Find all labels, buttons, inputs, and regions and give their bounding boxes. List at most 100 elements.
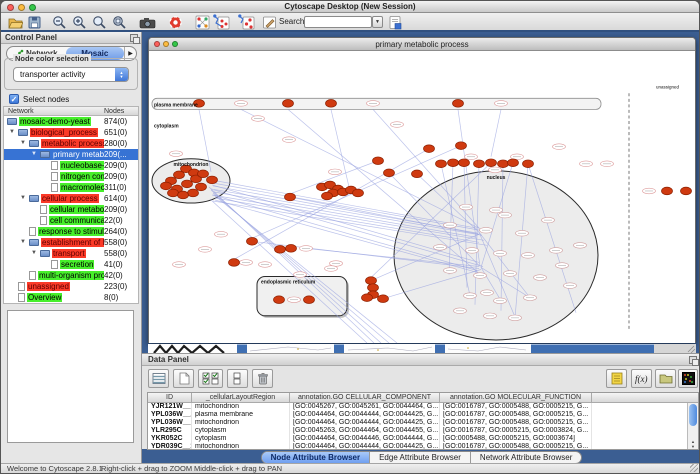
table-cell[interactable]: mitochondrion [192,419,290,427]
unselect-attributes-icon[interactable] [227,369,248,388]
annotation-icon[interactable] [261,14,278,30]
table-cell[interactable]: cytoplasm [192,427,290,435]
data-panel-float-icon[interactable] [689,356,697,364]
network-zoom-button[interactable] [172,41,178,47]
zoom-out-icon[interactable] [51,14,68,30]
gene-node[interactable] [384,169,395,177]
gene-node[interactable] [283,100,294,108]
node-color-select[interactable]: transporter activity ▲▼ [13,67,129,82]
search-options-icon[interactable] [387,14,404,30]
snapshot-camera-icon[interactable] [139,14,156,30]
table-cell[interactable]: YPL036W__1 [148,419,192,427]
tree-row[interactable]: multi-organism pro42(0) [4,270,138,281]
tree-expand-icon[interactable]: ▼ [20,193,26,204]
select-nodes-checkbox[interactable]: ✓ [9,94,19,104]
attribute-batch-icon[interactable] [606,369,627,388]
table-cell[interactable]: [GO:0044464, GO:0044444, GO:0044425, G..… [290,443,440,450]
gene-node[interactable] [523,160,534,168]
table-cell[interactable]: mitochondrion [192,443,290,450]
table-cell[interactable]: YKR052C [148,435,192,443]
matrix-view-icon[interactable] [678,369,698,388]
gene-node[interactable] [362,294,373,302]
table-scrollbar[interactable]: ▲▼ [687,403,698,449]
gene-node[interactable] [196,183,207,191]
save-session-icon[interactable] [26,14,43,30]
tree-row[interactable]: cellular metabo209(0) [4,204,138,215]
close-button[interactable] [7,4,14,11]
new-network-icon[interactable] [238,14,255,30]
table-cell[interactable]: [GO:0016787, GO:0005488, GO:0005215, G..… [440,443,592,450]
gene-node[interactable] [424,145,435,153]
table-row[interactable]: YDR039C__1mitochondrion[GO:0044464, GO:0… [148,443,698,450]
network-close-button[interactable] [154,41,160,47]
modify-attributes-icon[interactable] [148,369,169,388]
table-row[interactable]: YKR052Ccytoplasm[GO:0044464, GO:0044446,… [148,435,698,443]
table-cell[interactable]: cytoplasm [192,435,290,443]
gene-node[interactable] [229,259,240,267]
select-attributes-icon[interactable] [198,369,223,388]
column-header[interactable]: annotation.GO CELLULAR_COMPONENT [290,393,440,403]
table-cell[interactable]: mitochondrion [192,403,290,411]
network-overview-icon[interactable] [194,14,211,30]
tree-row[interactable]: nucleobase-209(0) [4,160,138,171]
table-cell[interactable]: [GO:0016787, GO:0005215, GO:0003824, G..… [440,427,592,435]
tree-expand-icon[interactable]: ▼ [20,237,26,248]
delete-attribute-icon[interactable] [252,369,273,388]
tree-row[interactable]: unassigned223(0) [4,281,138,292]
table-cell[interactable]: [GO:0044464, GO:0044444, GO:0044425, G..… [290,411,440,419]
search-input[interactable] [304,16,372,28]
table-cell[interactable]: YPL036W__2 [148,411,192,419]
gene-node[interactable] [168,189,179,197]
tree-row[interactable]: nitrogen compo209(0) [4,171,138,182]
table-cell[interactable]: [GO:0016787, GO:0005488, GO:0005215, G..… [440,411,592,419]
gene-node[interactable] [378,295,389,303]
gene-node[interactable] [286,245,297,253]
gene-node[interactable] [448,159,459,167]
tree-expand-icon[interactable]: ▼ [31,149,37,160]
table-cell[interactable]: [GO:0045263, GO:0044464, GO:0044455, G..… [290,427,440,435]
gene-node[interactable] [247,237,258,245]
open-file-icon[interactable] [7,14,24,30]
gene-node[interactable] [161,182,172,190]
tree-row[interactable]: ▼biological_process651(0) [4,127,138,138]
tree-expand-icon[interactable]: ▼ [9,127,15,138]
table-cell[interactable]: plasma membrane [192,411,290,419]
import-attributes-icon[interactable] [655,369,676,388]
table-scrollbar-thumb[interactable] [689,404,697,426]
table-cell[interactable]: YDR039C__1 [148,443,192,450]
gene-node[interactable] [459,159,470,167]
help-lifesaver-icon[interactable] [167,14,184,30]
gene-node[interactable] [474,160,485,168]
browser-tab[interactable]: Node Attribute Browser [262,452,371,463]
table-cell[interactable]: [GO:0044464, GO:0044446, GO:0044444, G..… [290,435,440,443]
gene-node[interactable] [326,100,337,108]
gene-node[interactable] [322,192,333,200]
gene-node[interactable] [412,170,423,178]
gene-node[interactable] [453,100,464,108]
gene-node[interactable] [486,159,497,167]
tree-row[interactable]: ▼cellular process614(0) [4,193,138,204]
tree-row[interactable]: ▼primary metabo209(... [4,149,138,160]
gene-node[interactable] [182,180,193,188]
table-row[interactable]: YLR295Ccytoplasm[GO:0045263, GO:0044464,… [148,427,698,435]
tree-row[interactable]: macromolecule311(0) [4,182,138,193]
zoom-button[interactable] [29,4,36,11]
minimize-button[interactable] [18,4,25,11]
function-builder-icon[interactable]: f(x) [631,369,652,388]
gene-node[interactable] [198,170,209,178]
gene-node[interactable] [498,160,509,168]
gene-node[interactable] [681,187,692,195]
tree-row[interactable]: Overview8(0) [4,292,138,303]
tree-expand-icon[interactable]: ▼ [31,248,37,259]
control-panel-float-icon[interactable] [130,34,138,42]
network-window-titlebar[interactable]: primary metabolic process [149,38,695,51]
gene-node[interactable] [508,159,519,167]
gene-node[interactable] [373,157,384,165]
zoom-selected-icon[interactable] [91,14,108,30]
table-cell[interactable]: [GO:0016787, GO:0005488, GO:0005215, G..… [440,419,592,427]
column-header[interactable]: ID [148,393,192,403]
tree-row[interactable]: cell communicat22(0) [4,215,138,226]
gene-node[interactable] [304,296,315,304]
gene-node[interactable] [368,284,379,292]
tree-row[interactable]: response to stimul264(0) [4,226,138,237]
